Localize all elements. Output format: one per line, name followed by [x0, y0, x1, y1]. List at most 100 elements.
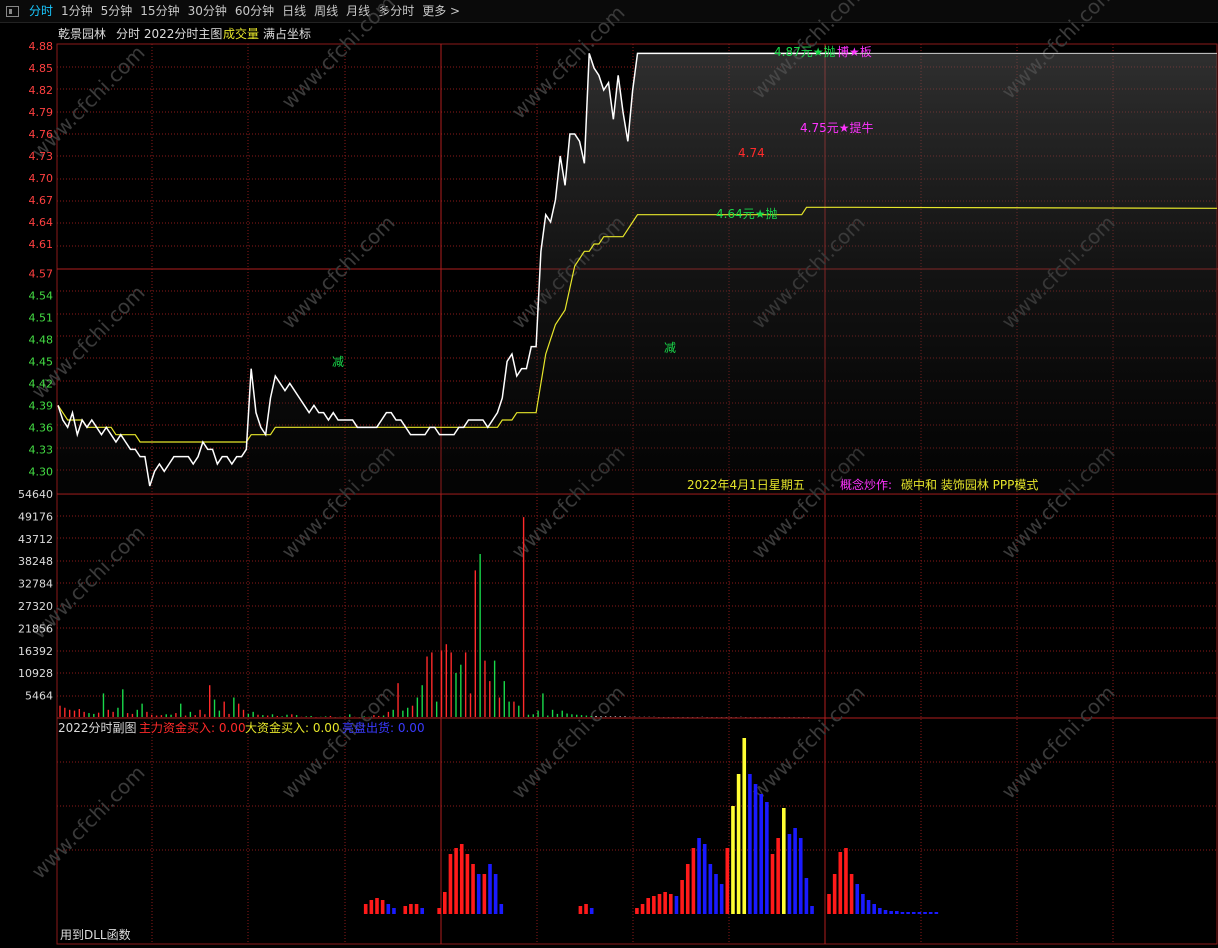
indicator-bar	[375, 898, 379, 914]
sub-chart-title: 2022分时副图	[58, 721, 137, 735]
indicator-bar	[911, 912, 916, 914]
indicator-bar	[646, 898, 650, 914]
indicator-bar	[770, 854, 775, 914]
price-tick: 4.64	[29, 216, 54, 229]
indicator-bar	[443, 892, 447, 914]
watermark-text: www.cfchi.com	[27, 41, 150, 164]
indicator-bar	[669, 894, 673, 914]
indicator-bar	[736, 774, 741, 914]
indicator-bar	[680, 880, 684, 914]
watermark-text: www.cfchi.com	[277, 0, 400, 114]
main-chart-title: 分时 2022分时主图	[116, 27, 222, 41]
indicator-bar	[748, 774, 752, 914]
volume-tick: 5464	[25, 690, 53, 703]
sub-indicator-bars	[363, 738, 939, 914]
price-area-fill	[58, 53, 1217, 494]
volume-tick: 32784	[18, 578, 53, 591]
indicator-bar	[488, 864, 492, 914]
indicator-bar	[448, 854, 453, 914]
indicator-bar	[414, 904, 419, 914]
signal-lift-475: 4.75元★提牛	[800, 120, 873, 135]
trade-date: 2022年4月1日星期五	[687, 478, 805, 492]
volume-tick: 16392	[18, 645, 53, 658]
indicator-bar	[363, 904, 368, 914]
indicator-bar	[787, 834, 792, 914]
indicator-bar	[663, 892, 667, 914]
indicator-bar	[731, 806, 735, 914]
price-tick: 4.70	[29, 172, 54, 185]
indicator-bar	[589, 908, 594, 914]
indicator-bar	[838, 852, 843, 914]
indicator-bar	[584, 904, 588, 914]
price-tick: 4.39	[29, 399, 54, 412]
concept-themes: 碳中和 装饰园林 PPP模式	[901, 477, 1038, 492]
price-tick: 4.33	[29, 443, 54, 456]
indicator-bar	[578, 906, 583, 914]
indicator-bar	[657, 894, 662, 914]
signal-board: 博★板	[837, 44, 872, 59]
signal-reduce-1: 减	[332, 355, 344, 369]
price-tick: 4.57	[29, 267, 54, 280]
dll-label: 用到DLL函数	[60, 927, 131, 942]
price-tick: 4.67	[29, 194, 54, 207]
indicator-bar	[849, 874, 854, 914]
indicator-bar	[420, 908, 424, 914]
intraday-chart[interactable]: www.cfchi.com www.cfchi.com www.cfchi.com w…	[0, 0, 1218, 948]
bright-sell: 亮盘出货: 0.00	[342, 720, 425, 735]
indicator-bar	[635, 908, 639, 914]
indicator-bar	[861, 894, 865, 914]
indicator-bar	[674, 896, 679, 914]
price-tick: 4.42	[29, 377, 54, 390]
indicator-bar	[844, 848, 848, 914]
indicator-bar	[866, 900, 871, 914]
indicator-bar	[499, 904, 504, 914]
indicator-bar	[883, 910, 888, 914]
indicator-bar	[889, 911, 893, 914]
indicator-bar	[923, 912, 927, 914]
stock-name: 乾景园林	[58, 27, 106, 41]
price-tick: 4.73	[29, 150, 54, 163]
indicator-bar	[403, 906, 408, 914]
watermark-text: www.cfchi.com	[277, 681, 400, 804]
watermark-text: www.cfchi.com	[27, 761, 150, 884]
indicator-bar	[386, 904, 391, 914]
indicator-bar	[765, 802, 769, 914]
indicator-bar	[409, 904, 413, 914]
volume-tick: 21856	[18, 622, 53, 635]
indicator-bar	[917, 912, 922, 914]
price-tick: 4.36	[29, 421, 54, 434]
indicator-bar	[810, 906, 814, 914]
indicator-bar	[708, 864, 713, 914]
indicator-bar	[895, 911, 899, 914]
indicator-bar	[697, 838, 701, 914]
price-tick: 4.61	[29, 238, 54, 251]
volume-bars	[59, 517, 810, 718]
indicator-bar	[742, 738, 747, 914]
indicator-bar	[900, 912, 905, 914]
indicator-bar	[714, 874, 718, 914]
indicator-bar	[459, 844, 464, 914]
indicator-bar	[719, 884, 724, 914]
price-tick: 4.45	[29, 355, 54, 368]
volume-tick: 38248	[18, 555, 53, 568]
indicator-bar	[691, 848, 696, 914]
indicator-bar	[855, 884, 860, 914]
price-tick: 4.48	[29, 333, 54, 346]
indicator-bar	[776, 838, 780, 914]
watermark-text: www.cfchi.com	[747, 681, 870, 804]
indicator-bar	[685, 864, 690, 914]
volume-tick: 27320	[18, 600, 53, 613]
indicator-bar	[827, 894, 831, 914]
volume-tick: 54640	[18, 488, 53, 501]
indicator-bar	[482, 874, 487, 914]
signal-sell-487: 4.87元★抛	[774, 44, 835, 59]
coord-mode[interactable]: 满占坐标	[263, 26, 311, 41]
watermark-text: www.cfchi.com	[507, 681, 630, 804]
indicator-bar	[782, 808, 786, 914]
price-tick: 4.51	[29, 311, 54, 324]
price-tick: 4.79	[29, 106, 54, 119]
indicator-bar	[753, 784, 758, 914]
indicator-bar	[369, 900, 374, 914]
indicator-bar	[652, 896, 656, 914]
price-tick: 4.76	[29, 128, 54, 141]
